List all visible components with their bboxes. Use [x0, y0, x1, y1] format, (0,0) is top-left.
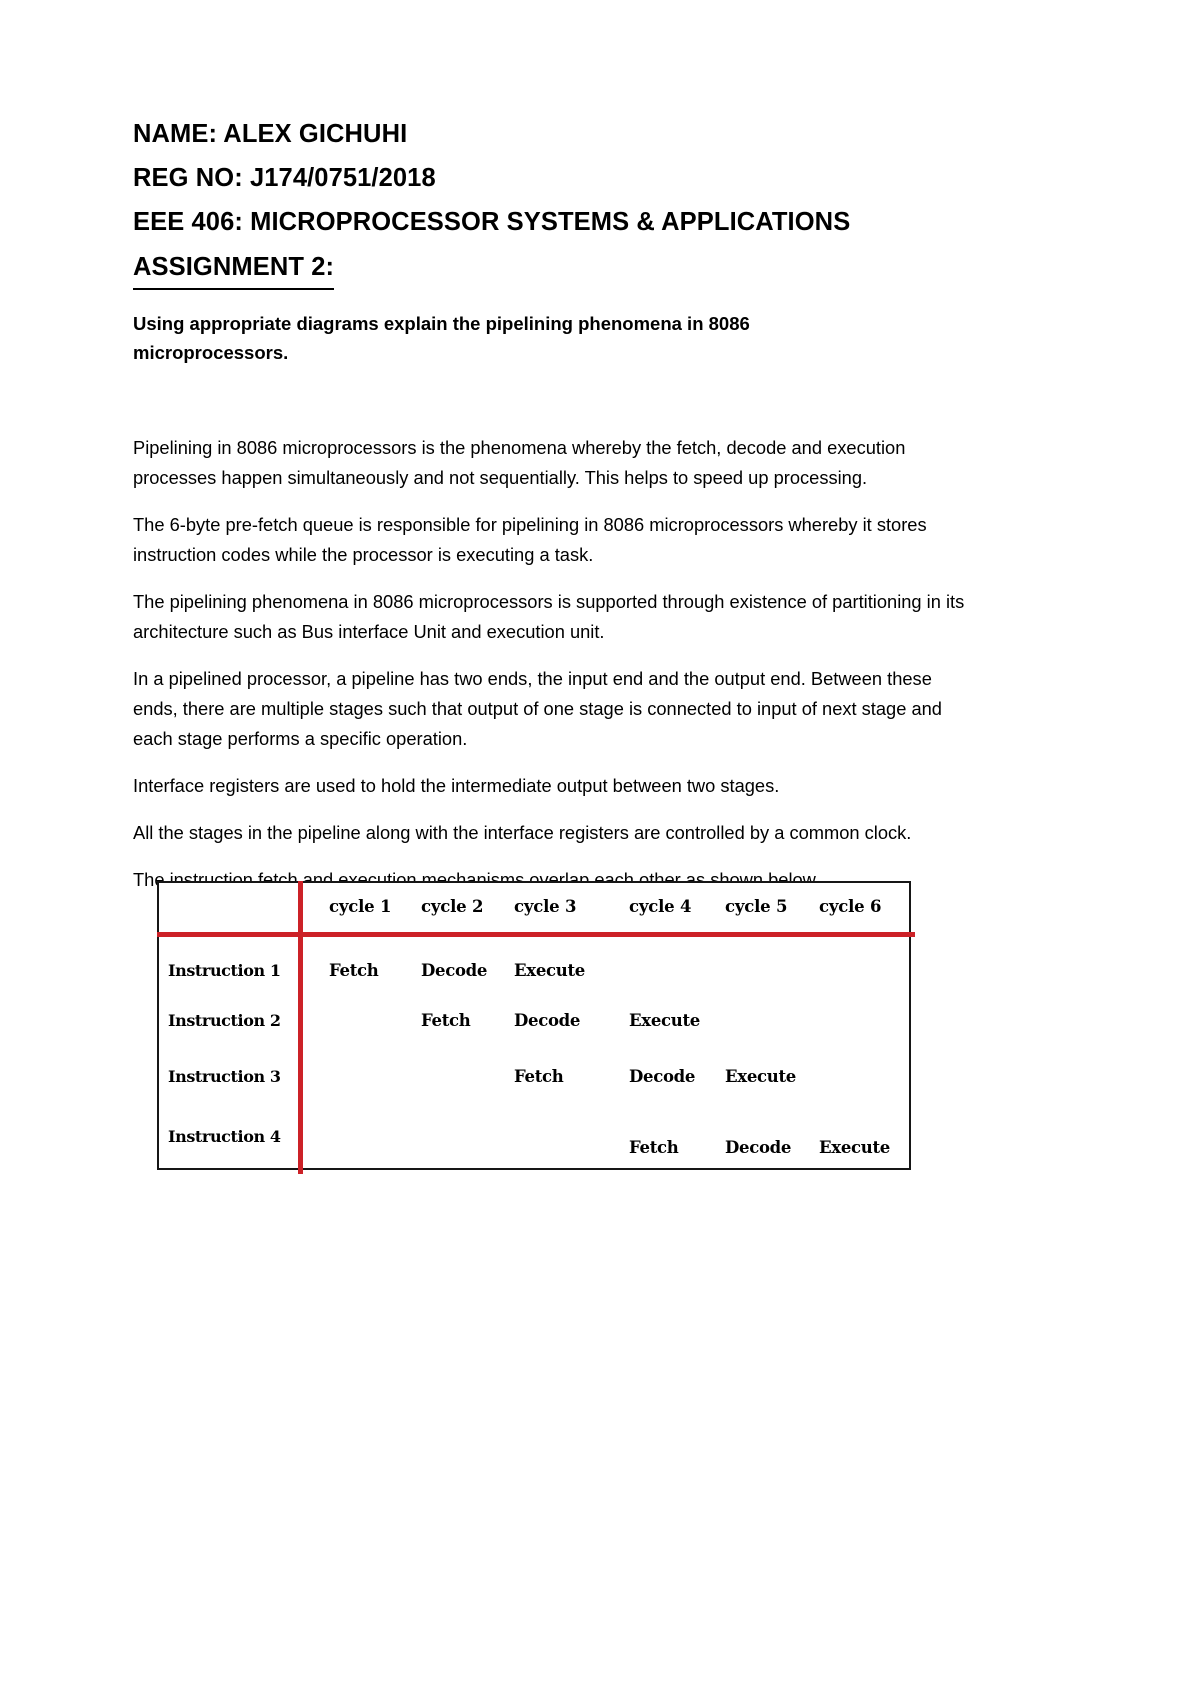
paragraph-5: Interface registers are used to hold the…: [133, 775, 780, 796]
document-page: NAME: ALEX GICHUHI REG NO: J174/0751/201…: [0, 0, 1200, 1698]
body-text: Pipelining in 8086 microprocessors is th…: [133, 433, 983, 895]
pipeline-stage-cell: Fetch: [629, 1138, 679, 1157]
document-content: NAME: ALEX GICHUHI REG NO: J174/0751/201…: [133, 112, 983, 912]
paragraph-1: Pipelining in 8086 microprocessors is th…: [133, 437, 906, 488]
course-code-heading: EEE 406: MICROPROCESSOR SYSTEMS & APPLIC…: [133, 208, 851, 236]
cycle-column-header-3: cycle 3: [514, 897, 577, 916]
pipeline-stage-cell: Execute: [629, 1011, 700, 1030]
assignment-heading: ASSIGNMENT 2:: [133, 247, 335, 290]
pipeline-table: cycle 1 cycle 2 cycle 3 cycle 4 cycle 5 cycle…: [157, 881, 915, 1174]
pipeline-stage-cell: Fetch: [329, 961, 379, 980]
cycle-column-header-6: cycle 6: [819, 897, 882, 916]
student-name-heading: NAME: ALEX GICHUHI: [133, 120, 408, 148]
pipeline-stage-cell: Decode: [514, 1011, 581, 1030]
cycle-column-header-2: cycle 2: [421, 897, 484, 916]
pipeline-stage-cell: Decode: [725, 1138, 792, 1157]
paragraph-6: All the stages in the pipeline along wit…: [133, 822, 912, 843]
paragraph-3: The pipelining phenomena in 8086 micropr…: [133, 591, 965, 642]
pipeline-stage-cell: Execute: [514, 961, 585, 980]
pipeline-stage-cell: Decode: [421, 961, 488, 980]
instruction-row-label-2: Instruction 2: [168, 1011, 281, 1030]
paragraph-2: The 6-byte pre-fetch queue is responsibl…: [133, 514, 927, 565]
pipeline-stage-cell: Fetch: [514, 1067, 564, 1086]
header-separator-line: [157, 932, 915, 937]
label-column-separator-line: [298, 881, 303, 1174]
title-block: NAME: ALEX GICHUHI REG NO: J174/0751/201…: [133, 112, 983, 290]
pipeline-stage-cell: Fetch: [421, 1011, 471, 1030]
pipeline-stage-cell: Execute: [725, 1067, 796, 1086]
instruction-row-label-1: Instruction 1: [168, 961, 281, 980]
cycle-column-header-4: cycle 4: [629, 897, 692, 916]
pipeline-stage-cell: Decode: [629, 1067, 696, 1086]
cycle-column-header-1: cycle 1: [329, 897, 392, 916]
instruction-row-label-3: Instruction 3: [168, 1067, 281, 1086]
pipeline-diagram: cycle 1 cycle 2 cycle 3 cycle 4 cycle 5 cycle…: [157, 881, 915, 1174]
paragraph-4: In a pipelined processor, a pipeline has…: [133, 668, 942, 749]
pipeline-stage-cell: Execute: [819, 1138, 890, 1157]
cycle-column-header-5: cycle 5: [725, 897, 788, 916]
pipeline-table-header-row: cycle 1 cycle 2 cycle 3 cycle 4 cycle 5 cycle…: [159, 883, 909, 934]
assignment-prompt: Using appropriate diagrams explain the p…: [133, 313, 750, 363]
registration-number-heading: REG NO: J174/0751/2018: [133, 164, 436, 192]
instruction-row-label-4: Instruction 4: [168, 1127, 281, 1146]
